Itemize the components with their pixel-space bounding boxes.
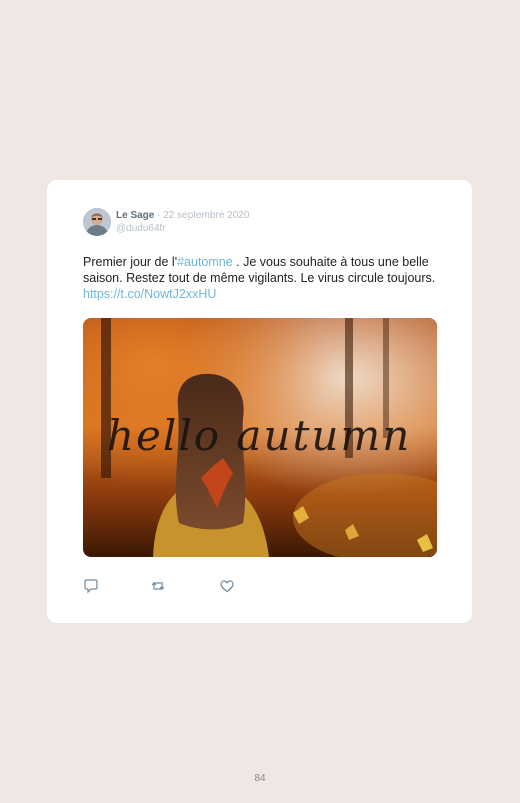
- tweet-card: Le Sage · 22 septembre 2020 @dudu64fr Pr…: [47, 180, 472, 623]
- retweet-icon[interactable]: [150, 578, 166, 594]
- avatar[interactable]: [83, 208, 111, 236]
- page-number: 84: [254, 773, 266, 784]
- tweet-date[interactable]: 22 septembre 2020: [163, 210, 249, 221]
- tweet-meta: Le Sage · 22 septembre 2020 @dudu64fr: [116, 210, 249, 235]
- image-overlay-text: hello autumn: [107, 411, 411, 460]
- tweet-image[interactable]: hello autumn: [83, 318, 437, 557]
- heart-icon[interactable]: [219, 578, 235, 594]
- tweet-url-link[interactable]: https://t.co/NowtJ2xxHU: [83, 287, 216, 301]
- tweet-text-start: Premier jour de l': [83, 255, 178, 269]
- author-handle[interactable]: @dudu64fr: [116, 223, 249, 235]
- tweet-text: Premier jour de l'#automne . Je vous sou…: [83, 254, 443, 302]
- hashtag-link[interactable]: #automne: [177, 255, 233, 269]
- meta-separator: ·: [154, 210, 164, 221]
- author-name[interactable]: Le Sage: [116, 210, 154, 221]
- reply-icon[interactable]: [83, 578, 99, 594]
- tweet-actions: [83, 578, 243, 594]
